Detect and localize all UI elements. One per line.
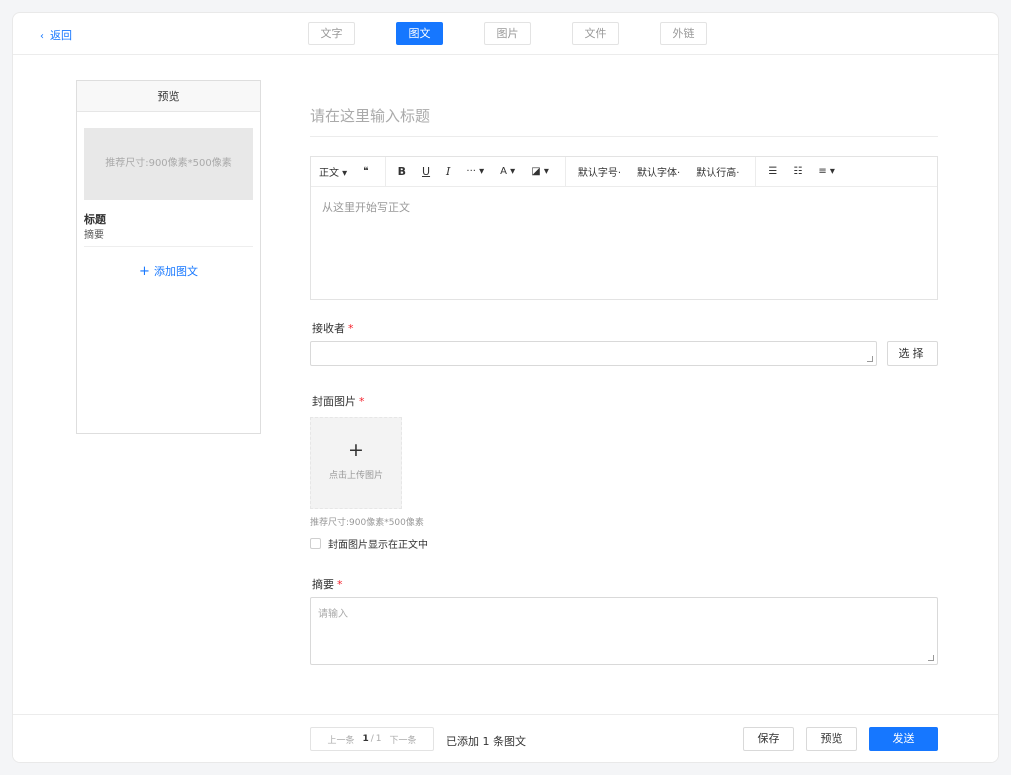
editor-toolbar: 正文 ▾ ❝ B U I ··· ▾ A ▾ ◪ ▾ 默认字号· 默认字体· 默… <box>311 156 937 187</box>
tab-image-text[interactable]: 图文 <box>396 22 443 45</box>
tab-file[interactable]: 文件 <box>572 22 619 45</box>
resize-handle-icon[interactable] <box>867 356 873 362</box>
chevron-left-icon: ‹ <box>40 31 44 42</box>
tab-external-link[interactable]: 外链 <box>660 22 707 45</box>
title-input[interactable] <box>310 95 938 137</box>
underline-icon[interactable]: U <box>422 165 430 178</box>
footer-bar: 上一条 1 / 1 下一条 已添加 1 条图文 保存 预览 发送 <box>13 714 998 762</box>
toolbar-divider <box>564 156 566 187</box>
rich-text-editor: 正文 ▾ ❝ B U I ··· ▾ A ▾ ◪ ▾ 默认字号· 默认字体· 默… <box>310 156 938 300</box>
ordered-list-icon[interactable]: ☷ <box>793 166 802 177</box>
cover-in-body-label: 封面图片显示在正文中 <box>328 540 428 551</box>
quote-icon[interactable]: ❝ <box>363 166 368 177</box>
select-receiver-button[interactable]: 选择 <box>887 341 938 366</box>
message-type-tabs: 文字 图文 图片 文件 外链 <box>308 22 748 45</box>
upload-text: 点击上传图片 <box>328 471 383 481</box>
preview-header: 预览 <box>77 81 260 112</box>
more-options-dropdown[interactable]: ··· ▾ <box>466 166 484 177</box>
align-dropdown[interactable]: ≡ ▾ <box>818 166 835 177</box>
preview-title: 标题 <box>84 213 106 226</box>
checkbox-icon[interactable] <box>310 538 321 549</box>
cover-in-body-checkbox[interactable]: 封面图片显示在正文中 <box>310 536 428 551</box>
font-family-dropdown[interactable]: 默认字体· <box>637 164 680 179</box>
preview-button[interactable]: 预览 <box>806 727 857 751</box>
plus-icon: + <box>348 439 364 461</box>
summary-textarea[interactable]: 请输入 <box>310 597 938 665</box>
receiver-label: 接收者 * <box>312 320 354 336</box>
receiver-input[interactable] <box>310 341 877 366</box>
cover-label-text: 封面图片 <box>312 395 356 408</box>
plus-icon: + <box>139 264 150 279</box>
summary-placeholder: 请输入 <box>318 609 348 620</box>
preview-image-placeholder[interactable]: 推荐尺寸:900像素*500像素 <box>84 128 253 200</box>
cover-upload-area[interactable]: + 点击上传图片 <box>310 417 402 509</box>
prev-button[interactable]: 上一条 <box>327 733 354 746</box>
add-article-label: 添加图文 <box>153 265 198 278</box>
required-mark: * <box>337 578 343 591</box>
font-color-dropdown[interactable]: A ▾ <box>500 166 515 177</box>
current-page: 1 <box>362 734 369 744</box>
toolbar-divider <box>755 156 757 187</box>
top-bar: ‹ 返回 文字 图文 图片 文件 外链 <box>13 13 998 55</box>
next-button[interactable]: 下一条 <box>390 733 417 746</box>
receiver-label-text: 接收者 <box>312 322 345 335</box>
required-mark: * <box>348 322 354 335</box>
required-mark: * <box>359 395 365 408</box>
tab-text[interactable]: 文字 <box>308 22 355 45</box>
save-button[interactable]: 保存 <box>743 727 794 751</box>
page-separator: / <box>370 734 374 744</box>
tab-image[interactable]: 图片 <box>484 22 531 45</box>
toolbar-divider <box>384 156 386 187</box>
background-color-dropdown[interactable]: ◪ ▾ <box>531 166 549 177</box>
cover-size-hint: 推荐尺寸:900像素*500像素 <box>310 518 424 528</box>
paragraph-style-dropdown[interactable]: 正文 ▾ <box>319 164 347 179</box>
resize-handle-icon[interactable] <box>928 655 934 661</box>
back-link[interactable]: ‹ 返回 <box>40 27 72 43</box>
italic-icon[interactable]: I <box>446 165 450 178</box>
bullet-list-icon[interactable]: ☰ <box>768 166 777 177</box>
summary-label-text: 摘要 <box>312 578 334 591</box>
total-pages: 1 <box>375 734 382 744</box>
editor-body[interactable]: 从这里开始写正文 <box>311 187 937 300</box>
cover-label: 封面图片 * <box>312 393 365 409</box>
send-button[interactable]: 发送 <box>869 727 938 751</box>
font-size-dropdown[interactable]: 默认字号· <box>578 164 621 179</box>
preview-summary: 摘要 <box>84 230 104 241</box>
added-count-text: 已添加 1 条图文 <box>446 735 526 748</box>
preview-panel: 预览 推荐尺寸:900像素*500像素 标题 摘要 + 添加图文 <box>76 80 261 434</box>
pager: 上一条 1 / 1 下一条 <box>310 727 434 751</box>
bold-icon[interactable]: B <box>398 165 406 178</box>
preview-divider <box>84 246 253 247</box>
add-article-button[interactable]: + 添加图文 <box>77 263 260 279</box>
line-height-dropdown[interactable]: 默认行高· <box>696 164 739 179</box>
back-label: 返回 <box>50 29 72 42</box>
summary-label: 摘要 * <box>312 576 343 592</box>
main-card: ‹ 返回 文字 图文 图片 文件 外链 预览 推荐尺寸:900像素*500像素 标… <box>12 12 999 763</box>
